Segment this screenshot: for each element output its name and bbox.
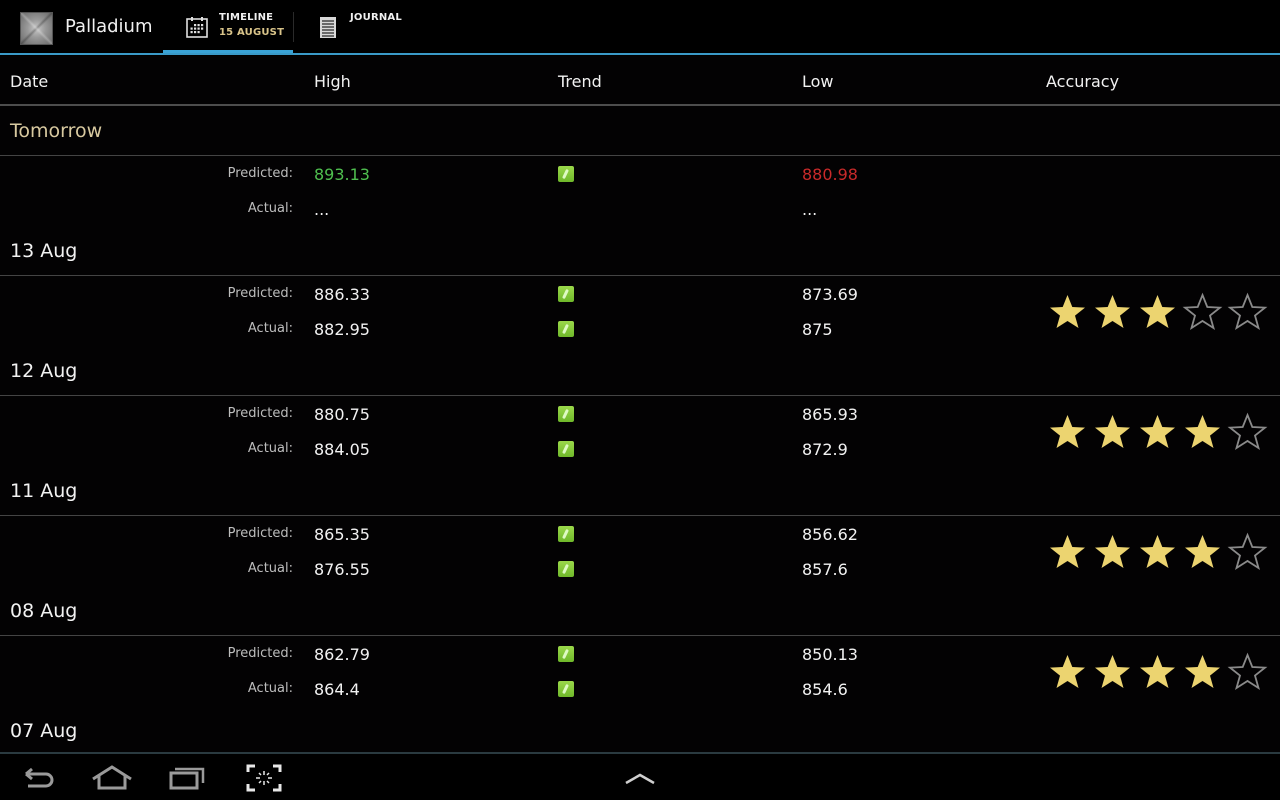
action-bar: Palladium TIMELINE 15 AUGUST JOURNAL <box>0 0 1280 56</box>
predicted-low-value: 873.69 <box>802 285 858 304</box>
tab-timeline-date: 15 AUGUST <box>219 27 285 38</box>
home-icon[interactable] <box>88 762 136 794</box>
row-divider <box>0 635 1280 636</box>
predicted-high-value: 880.75 <box>314 405 370 424</box>
trend-up-icon <box>558 526 574 542</box>
star-filled-icon <box>1095 295 1130 328</box>
star-filled-icon <box>1140 535 1175 568</box>
calendar-icon <box>186 17 208 38</box>
actual-label: Actual: <box>247 561 293 576</box>
actual-label: Actual: <box>247 681 293 696</box>
trend-up-icon <box>558 681 574 697</box>
row-divider <box>0 395 1280 396</box>
predicted-label: Predicted: <box>227 526 293 541</box>
accuracy-rating <box>1047 292 1268 332</box>
actual-label: Actual: <box>247 441 293 456</box>
star-filled-icon <box>1050 295 1085 328</box>
actual-high-value: 864.4 <box>314 680 360 699</box>
predicted-low-value: 850.13 <box>802 645 858 664</box>
date-label: 08 Aug <box>10 600 78 622</box>
date-label: 12 Aug <box>10 360 78 382</box>
screenshot-icon[interactable] <box>240 762 288 794</box>
action-bar-underline <box>0 53 1280 55</box>
predicted-low-value: 880.98 <box>802 165 858 184</box>
actual-low-value: ... <box>802 200 818 219</box>
actual-low-value: 854.6 <box>802 680 848 699</box>
star-filled-icon <box>1095 415 1130 448</box>
predicted-high-value: 865.35 <box>314 525 370 544</box>
accuracy-rating <box>1047 532 1268 572</box>
row-divider <box>0 275 1280 276</box>
column-header-low: Low <box>802 72 834 91</box>
star-empty-icon <box>1227 652 1268 691</box>
predicted-high-value: 886.33 <box>314 285 370 304</box>
predicted-high-value: 862.79 <box>314 645 370 664</box>
column-header-trend: Trend <box>558 72 602 91</box>
date-label: 07 Aug <box>10 720 78 742</box>
star-empty-icon <box>1227 532 1268 571</box>
star-filled-icon <box>1140 295 1175 328</box>
actual-high-value: 884.05 <box>314 440 370 459</box>
up-chevron-icon[interactable] <box>616 762 664 794</box>
column-header-accuracy: Accuracy <box>1046 72 1120 91</box>
star-empty-icon <box>1227 292 1268 331</box>
system-navigation-bar <box>0 752 1280 800</box>
accuracy-rating <box>1047 412 1268 452</box>
predicted-low-value: 865.93 <box>802 405 858 424</box>
row-divider <box>0 515 1280 516</box>
star-empty-icon <box>1227 412 1268 451</box>
app-logo-icon[interactable] <box>20 12 53 45</box>
actual-high-value: 882.95 <box>314 320 370 339</box>
actual-label: Actual: <box>247 201 293 216</box>
actual-low-value: 875 <box>802 320 833 339</box>
column-header-high: High <box>314 72 351 91</box>
predicted-label: Predicted: <box>227 406 293 421</box>
tab-timeline[interactable]: TIMELINE 15 AUGUST <box>163 0 293 55</box>
trend-up-icon <box>558 561 574 577</box>
back-icon[interactable] <box>14 762 62 794</box>
date-label: 11 Aug <box>10 480 78 502</box>
navbar-divider <box>0 752 1280 754</box>
star-filled-icon <box>1050 535 1085 568</box>
predicted-high-value: 893.13 <box>314 165 370 184</box>
header-divider <box>0 104 1280 106</box>
section-title-tomorrow: Tomorrow <box>10 120 103 142</box>
tab-journal[interactable]: JOURNAL <box>300 0 420 53</box>
trend-up-icon <box>558 406 574 422</box>
trend-up-icon <box>558 286 574 302</box>
star-filled-icon <box>1050 655 1085 688</box>
actual-high-value: 876.55 <box>314 560 370 579</box>
tab-divider <box>293 12 294 42</box>
accuracy-rating <box>1047 652 1268 692</box>
star-filled-icon <box>1095 535 1130 568</box>
tab-timeline-label: TIMELINE <box>219 12 274 23</box>
star-filled-icon <box>1185 655 1220 688</box>
trend-up-icon <box>558 646 574 662</box>
tab-journal-label: JOURNAL <box>350 12 402 23</box>
predicted-label: Predicted: <box>227 166 293 181</box>
predicted-low-value: 856.62 <box>802 525 858 544</box>
actual-low-value: 872.9 <box>802 440 848 459</box>
star-filled-icon <box>1140 655 1175 688</box>
star-filled-icon <box>1140 415 1175 448</box>
star-filled-icon <box>1095 655 1130 688</box>
column-header-date: Date <box>10 72 49 91</box>
predicted-label: Predicted: <box>227 646 293 661</box>
star-empty-icon <box>1182 292 1223 331</box>
app-title: Palladium <box>65 16 153 37</box>
actual-high-value: ... <box>314 200 330 219</box>
actual-label: Actual: <box>247 321 293 336</box>
actual-low-value: 857.6 <box>802 560 848 579</box>
trend-up-icon <box>558 441 574 457</box>
trend-up-icon <box>558 321 574 337</box>
recent-apps-icon[interactable] <box>163 762 211 794</box>
trend-up-icon <box>558 166 574 182</box>
date-label: 13 Aug <box>10 240 78 262</box>
star-filled-icon <box>1185 415 1220 448</box>
star-filled-icon <box>1050 415 1085 448</box>
predicted-label: Predicted: <box>227 286 293 301</box>
star-filled-icon <box>1185 535 1220 568</box>
row-divider <box>0 155 1280 156</box>
journal-icon <box>320 17 336 38</box>
